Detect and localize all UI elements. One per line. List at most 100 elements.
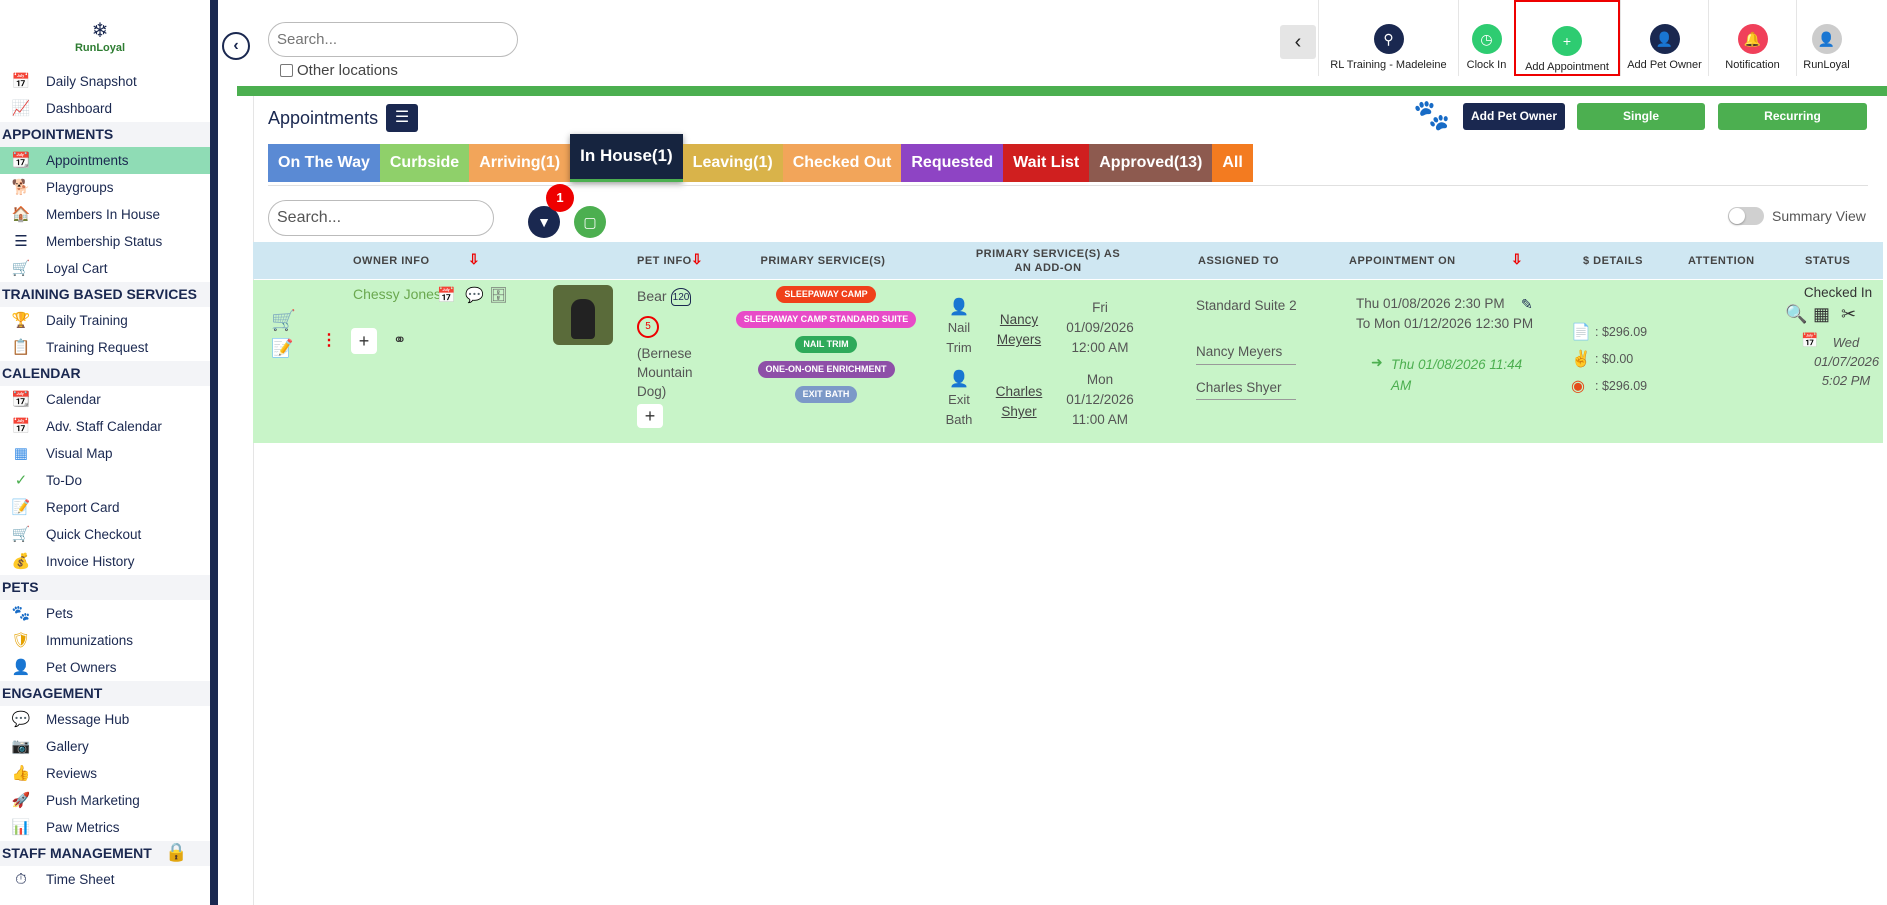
sort-icon[interactable]: ⇩ (691, 251, 703, 268)
sidebar-item-playgroups[interactable]: 🐕 Playgroups (0, 174, 210, 201)
sidebar-item-dashboard[interactable]: 📈 Dashboard (0, 95, 210, 122)
sidebar-item-adv-staff-calendar[interactable]: 📅 Adv. Staff Calendar (0, 413, 210, 440)
tab-curbside[interactable]: Curbside (379, 144, 470, 182)
add-appointment-icon[interactable]: + (1552, 26, 1582, 56)
table-search-input[interactable]: Search... (268, 200, 494, 236)
sidebar-item-loyal-cart[interactable]: 🛒 Loyal Cart (0, 255, 210, 282)
toggle-switch[interactable] (1728, 207, 1764, 225)
notes-icon[interactable]: 📝 (271, 338, 293, 359)
sidebar-item-message-hub[interactable]: 💬 Message Hub (0, 706, 210, 733)
add-pet-owner-button[interactable]: Add Pet Owner (1463, 103, 1565, 130)
tab-wait-list[interactable]: Wait List (1003, 144, 1090, 182)
sidebar-item-time-sheet[interactable]: ⏱ Time Sheet (0, 866, 210, 893)
avatar-icon[interactable]: 👤 (1811, 24, 1842, 54)
runloyal-logo[interactable]: ❄ RunLoyal (70, 20, 130, 62)
checkin-time: Thu 01/08/2026 11:44 AM (1391, 357, 1523, 393)
binoculars-icon[interactable]: ⚭ (393, 330, 406, 350)
checkbox-icon[interactable] (280, 64, 293, 77)
table-row[interactable]: 🛒 📝 ⋮ Chessy Jones 📅 💬 🗄 + ⚭ Bear 120 5 … (253, 280, 1883, 443)
list-icon[interactable]: ☰ (386, 104, 419, 132)
top-action-rl-training-madeleine[interactable]: ⚲ RL Training - Madeleine (1318, 0, 1458, 76)
paw-logo-icon: ❄ (91, 20, 109, 42)
tab-leaving[interactable]: Leaving(1) (682, 144, 783, 182)
sort-icon[interactable]: ⇩ (468, 251, 480, 268)
sidebar-item-training-request[interactable]: 📋 Training Request (0, 334, 210, 361)
location-icon[interactable]: ⚲ (1373, 24, 1404, 54)
lock-icon[interactable]: 🔒 (165, 842, 187, 863)
sidebar-item-calendar[interactable]: 📆 Calendar (0, 386, 210, 413)
add-user-icon[interactable]: 👤 (1649, 24, 1680, 54)
addon-staff-link[interactable]: Charles Shyer (991, 382, 1047, 422)
sidebar-item-reviews[interactable]: 👍 Reviews (0, 760, 210, 787)
top-action-add-appointment[interactable]: + Add Appointment (1514, 0, 1620, 76)
summary-view-toggle[interactable]: Summary View (1728, 207, 1866, 225)
sidebar-divider (210, 0, 218, 905)
sidebar-item-label: Pets (46, 606, 74, 621)
top-action-runloyal[interactable]: 👤 RunLoyal (1796, 0, 1856, 76)
tab-all[interactable]: All (1212, 144, 1253, 182)
sidebar-item-daily-training[interactable]: 🏆 Daily Training (0, 307, 210, 334)
global-search-input[interactable] (268, 22, 518, 57)
metrics-icon: 📊 (11, 819, 31, 836)
sidebar-item-invoice-history[interactable]: 💰 Invoice History (0, 548, 210, 575)
top-action-add-pet-owner[interactable]: 👤 Add Pet Owner (1620, 0, 1708, 76)
age-icon: 5 (637, 316, 659, 338)
sidebar-item-appointments[interactable]: 📆 Appointments (0, 147, 210, 174)
addon-staff-link[interactable]: Nancy Meyers (991, 310, 1047, 350)
sidebar-item-report-card[interactable]: 📝 Report Card (0, 494, 210, 521)
single-appointment-button[interactable]: Single Appointment (1577, 103, 1705, 150)
more-options-icon[interactable]: ⋮ (321, 330, 337, 350)
grooming-icon[interactable]: ✂ (1841, 304, 1856, 325)
tab-requested[interactable]: Requested (901, 144, 1004, 182)
sidebar-item-gallery[interactable]: 📷 Gallery (0, 733, 210, 760)
sidebar-item-label: Pet Owners (46, 660, 117, 675)
clock-icon[interactable]: ◷ (1471, 24, 1502, 54)
sidebar-item-pet-owners[interactable]: 👤 Pet Owners (0, 654, 210, 681)
report-search-icon[interactable]: 🔍 (1785, 304, 1807, 325)
other-locations-checkbox[interactable]: Other locations (280, 62, 398, 79)
chat-icon[interactable]: 💬 (465, 286, 484, 304)
tab-in-house[interactable]: In House(1) (570, 134, 683, 182)
bell-icon[interactable]: 🔔 (1737, 24, 1768, 54)
sidebar-item-to-do[interactable]: ✓ To-Do (0, 467, 210, 494)
tab-arriving[interactable]: Arriving(1) (469, 144, 571, 182)
top-action-label: Clock In (1466, 59, 1507, 71)
sort-icon[interactable]: ⇩ (1511, 251, 1523, 268)
sidebar-item-label: Visual Map (46, 446, 113, 461)
sidebar-nav: 📅 Daily Snapshot 📈 Dashboard APPOINTMENTS 📆 Ap… (0, 68, 210, 893)
collapse-sidebar-button[interactable]: ‹ (222, 32, 250, 60)
cart-icon[interactable]: 🛒 (271, 308, 296, 333)
appointment-end: To Mon 01/12/2026 12:30 PM (1356, 316, 1534, 331)
building-icon[interactable]: ▦ (1813, 304, 1830, 325)
top-action-clock-in[interactable]: ◷ Clock In (1458, 0, 1514, 76)
pet-name[interactable]: Bear (637, 288, 667, 304)
edit-icon[interactable]: ✎ (1521, 296, 1533, 313)
tab-on-the-way[interactable]: On The Way (268, 144, 380, 182)
recurring-appointment-button[interactable]: Recurring Appointment (1718, 103, 1867, 150)
sidebar-item-membership-status[interactable]: ☰ Membership Status (0, 228, 210, 255)
sidebar-item-daily-snapshot[interactable]: 📅 Daily Snapshot (0, 68, 210, 95)
tab-checked-out[interactable]: Checked Out (782, 144, 902, 182)
sidebar-item-push-marketing[interactable]: 🚀 Push Marketing (0, 787, 210, 814)
folder-icon[interactable]: ▢ (574, 206, 606, 238)
service-badge: EXIT BATH (794, 386, 858, 403)
top-action-notification[interactable]: 🔔 Notification (1708, 0, 1796, 76)
pet-photo[interactable] (553, 285, 613, 345)
service-badge: NAIL TRIM (795, 336, 857, 353)
calendar-icon[interactable]: 📅 (437, 286, 456, 304)
add-pet-button[interactable]: + (637, 404, 663, 428)
sidebar-item-visual-map[interactable]: ▦ Visual Map (0, 440, 210, 467)
sidebar-item-label: Membership Status (46, 234, 163, 249)
sidebar-item-members-in-house[interactable]: 🏠 Members In House (0, 201, 210, 228)
sidebar-item-quick-checkout[interactable]: 🛒 Quick Checkout (0, 521, 210, 548)
sidebar-item-paw-metrics[interactable]: 📊 Paw Metrics (0, 814, 210, 841)
sidebar-item-immunizations[interactable]: 🛡 Immunizations (0, 627, 210, 654)
files-icon[interactable]: 🗄 (489, 286, 508, 304)
report-icon: 📝 (11, 499, 31, 516)
owner-name-link[interactable]: Chessy Jones (353, 286, 441, 302)
add-button[interactable]: + (351, 328, 377, 354)
back-button[interactable]: ‹ (1280, 25, 1316, 59)
sidebar-item-pets[interactable]: 🐾 Pets (0, 600, 210, 627)
dog-icon: 🐕 (11, 179, 31, 196)
tab-approved[interactable]: Approved(13) (1089, 144, 1213, 182)
